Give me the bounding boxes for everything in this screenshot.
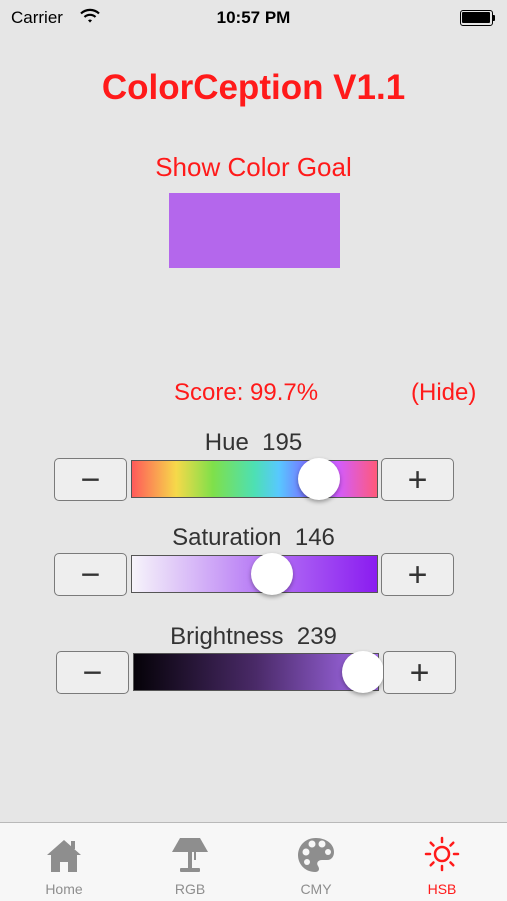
saturation-label: Saturation 146 (0, 524, 507, 552)
tab-rgb-label: RGB (174, 881, 206, 897)
brightness-slider-track[interactable] (133, 651, 384, 693)
palette-icon (298, 838, 334, 872)
saturation-value: 146 (294, 524, 335, 551)
battery-icon (460, 10, 496, 26)
saturation-label-text: Saturation (172, 524, 282, 551)
tab-hsb-label: HSB (427, 881, 457, 897)
lamp-icon (172, 838, 208, 872)
hue-slider-track[interactable] (131, 458, 378, 500)
status-bar: Carrier 10:57 PM (0, 0, 507, 36)
sun-icon (424, 836, 460, 872)
saturation-slider-thumb[interactable] (251, 553, 294, 595)
hue-label: Hue 195 (0, 429, 507, 457)
tab-cmy-label: CMY (300, 881, 332, 897)
tab-cmy[interactable]: CMY (253, 823, 379, 901)
hue-plus-button[interactable]: + (381, 458, 454, 501)
brightness-label-text: Brightness (170, 623, 284, 650)
saturation-plus-button[interactable]: + (381, 553, 454, 596)
tab-hsb[interactable]: HSB (379, 823, 505, 901)
brightness-minus-button[interactable]: − (56, 651, 129, 694)
tab-rgb[interactable]: RGB (127, 823, 253, 901)
color-goal-swatch (169, 193, 340, 268)
tab-home[interactable]: Home (1, 823, 127, 901)
clock: 10:57 PM (216, 8, 291, 27)
app-title: ColorCeption V1.1 (101, 68, 406, 107)
hide-button[interactable]: (Hide) (411, 379, 476, 407)
tab-home-label: Home (45, 881, 83, 897)
brightness-label: Brightness 239 (0, 623, 507, 651)
hue-slider-thumb[interactable] (298, 458, 341, 500)
saturation-minus-button[interactable]: − (54, 553, 127, 596)
brightness-slider-thumb[interactable] (341, 651, 384, 693)
saturation-slider-track[interactable] (131, 553, 378, 595)
brightness-plus-button[interactable]: + (383, 651, 456, 694)
brightness-value: 239 (296, 623, 337, 650)
hue-minus-button[interactable]: − (54, 458, 127, 501)
score-label: Score: 99.7% (174, 379, 319, 406)
home-icon (47, 840, 81, 872)
tab-bar: Home RGB CMY HSB (0, 822, 507, 901)
show-color-goal-button[interactable]: Show Color Goal (0, 152, 507, 183)
hue-value: 195 (262, 429, 303, 456)
hue-label-text: Hue (204, 429, 249, 456)
